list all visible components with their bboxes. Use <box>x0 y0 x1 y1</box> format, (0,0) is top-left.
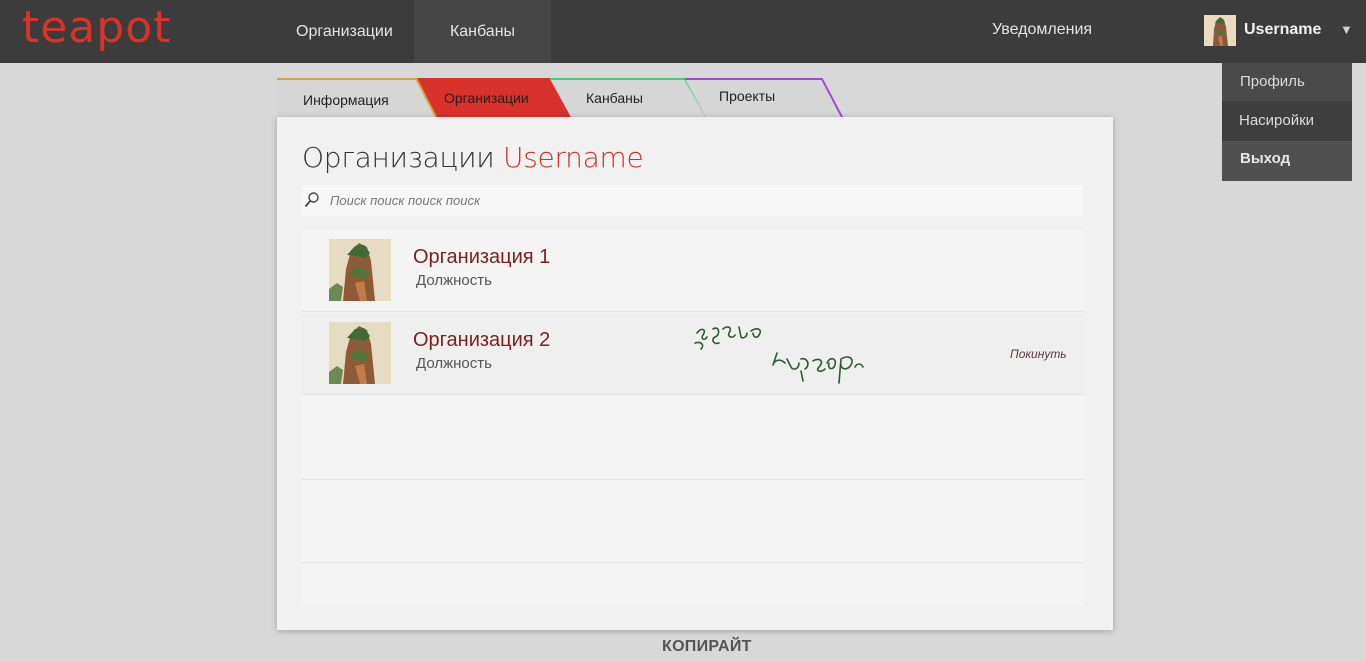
user-avatar[interactable] <box>1204 15 1236 46</box>
nav-organizations[interactable]: Организации <box>260 0 429 63</box>
list-item-empty <box>301 398 1084 480</box>
organization-thumbnail <box>329 322 391 384</box>
leave-organization-link[interactable]: Покинуть <box>1010 347 1067 361</box>
organization-role: Должность <box>416 355 492 372</box>
tab-organizations-label: Организации <box>444 90 529 106</box>
username-label[interactable]: Username <box>1244 0 1321 60</box>
top-navbar: teapot Организации Канбаны Уведомления U… <box>0 0 1366 63</box>
search-bar <box>302 185 1083 216</box>
user-dropdown-menu: Профиль Насиройки Выход <box>1222 63 1352 181</box>
tab-projects-label: Проекты <box>719 88 776 104</box>
menu-item-logout[interactable]: Выход <box>1222 141 1352 181</box>
organization-name[interactable]: Организация 2 <box>413 329 550 352</box>
organization-name[interactable]: Организация 1 <box>413 246 550 269</box>
tab-information[interactable]: Информация <box>277 78 437 119</box>
page-title: Организации Username <box>302 141 644 174</box>
search-icon <box>304 192 319 208</box>
list-item-empty <box>301 481 1084 563</box>
menu-item-profile[interactable]: Профиль <box>1222 63 1352 101</box>
footer-copyright: КОПИРАЙТ <box>662 638 752 655</box>
list-item[interactable]: Организация 1 Должность <box>301 230 1084 312</box>
chevron-down-icon[interactable]: ▼ <box>1340 0 1353 60</box>
tab-projects[interactable]: Проекты <box>685 78 845 119</box>
page-title-username: Username <box>503 141 644 174</box>
search-input[interactable] <box>330 185 1070 216</box>
tab-kanbans-label: Канбаны <box>586 90 643 106</box>
nav-kanbans[interactable]: Канбаны <box>414 0 551 63</box>
handwritten-annotation-icon <box>694 326 864 384</box>
app-logo[interactable]: teapot <box>22 2 171 53</box>
list-item[interactable]: Организация 2 Должность Покинуть <box>301 313 1084 395</box>
organization-thumbnail <box>329 239 391 301</box>
tab-organizations[interactable]: Организации <box>416 78 572 119</box>
nav-notifications[interactable]: Уведомления <box>992 0 1092 60</box>
menu-item-settings[interactable]: Насиройки <box>1222 101 1352 141</box>
page-title-text: Организации <box>302 141 495 174</box>
organization-role: Должность <box>416 272 492 289</box>
organizations-panel: Организации Username Организация 1 Дол <box>277 117 1113 630</box>
organizations-list: Организация 1 Должность Организация 2 До… <box>301 230 1084 606</box>
